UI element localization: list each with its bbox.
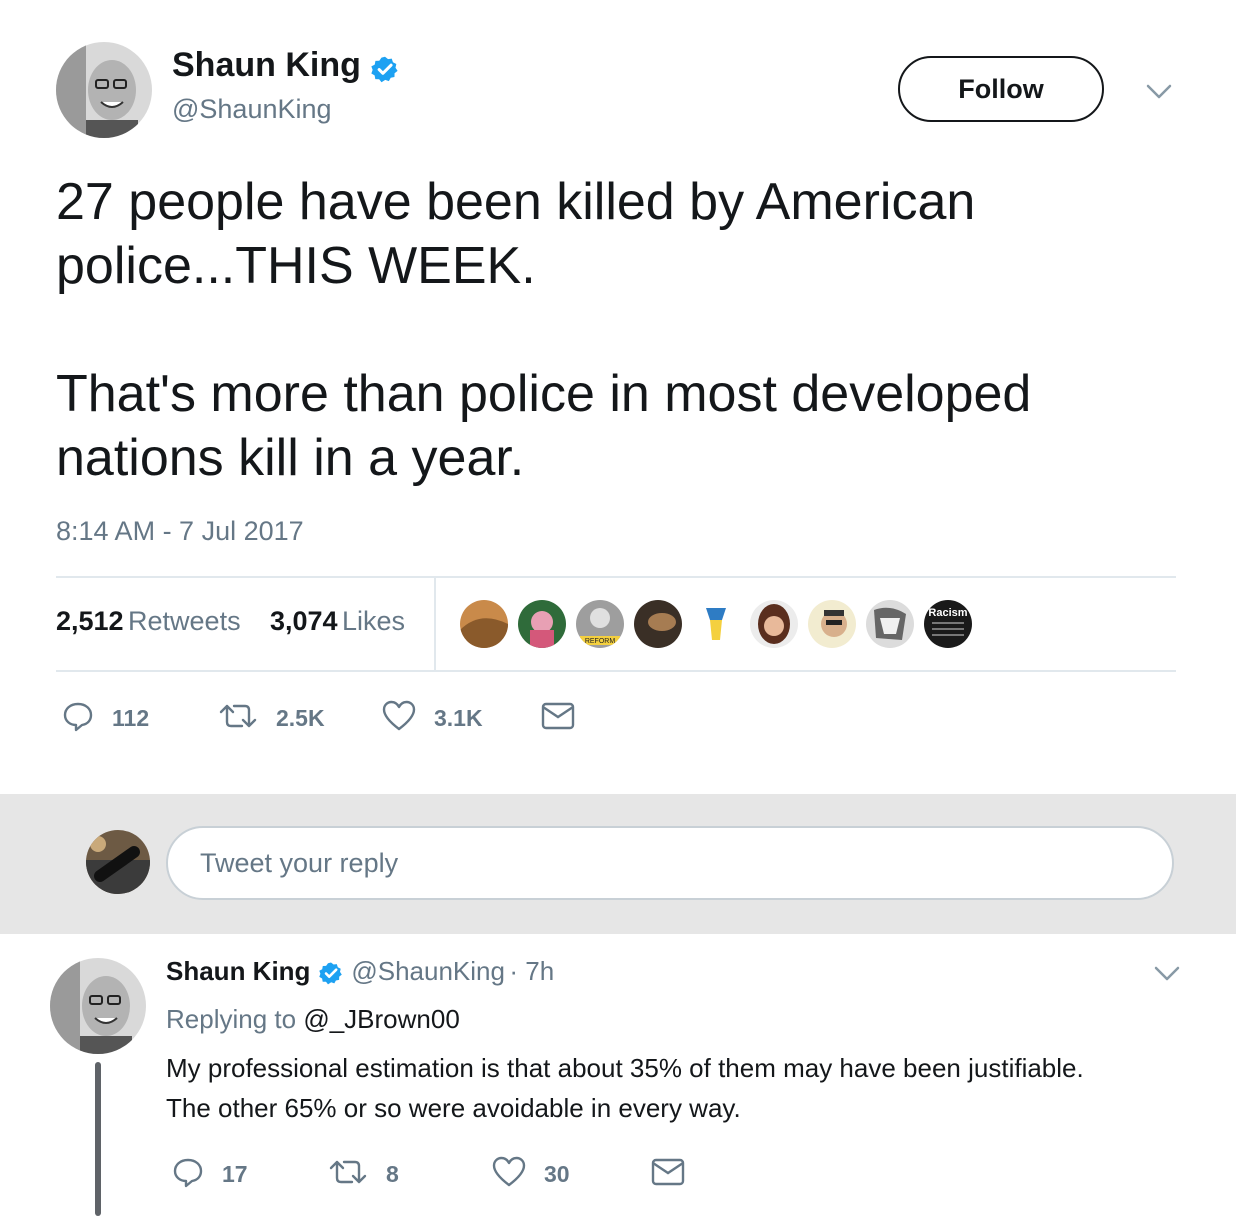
- liker-logo-text: REFORM: [585, 638, 616, 645]
- liker-avatar[interactable]: [692, 600, 740, 648]
- stats-separator: [434, 578, 436, 670]
- retweet-icon: [328, 1156, 368, 1193]
- retweet-icon: [218, 700, 258, 737]
- liker-badge-text: Racism: [928, 607, 967, 619]
- replying-to-label: Replying to: [166, 1004, 297, 1034]
- author-name[interactable]: Shaun King: [172, 46, 361, 84]
- chevron-down-icon[interactable]: [1144, 80, 1174, 109]
- author-handle[interactable]: @ShaunKing: [172, 94, 332, 125]
- retweets-stat[interactable]: 2,512 Retweets: [56, 606, 241, 637]
- message-icon[interactable]: [541, 702, 575, 735]
- retweets-label: Retweets: [128, 606, 241, 636]
- verified-icon: [319, 961, 343, 990]
- liker-avatar[interactable]: [808, 600, 856, 648]
- verified-icon: [371, 55, 399, 88]
- author-avatar[interactable]: [56, 42, 152, 138]
- liker-avatar[interactable]: [750, 600, 798, 648]
- liker-avatar[interactable]: [518, 600, 566, 648]
- liker-avatar[interactable]: [634, 600, 682, 648]
- tweet-text-para2: That's more than police in most develope…: [56, 365, 1046, 487]
- reply-time[interactable]: · 7h: [509, 956, 554, 986]
- liker-avatar[interactable]: Racism: [924, 600, 972, 648]
- reply-text-line1: My professional estimation is that about…: [166, 1053, 1084, 1083]
- heart-icon: [382, 700, 416, 737]
- likes-label: Likes: [342, 606, 406, 636]
- reply-input[interactable]: Tweet your reply: [166, 826, 1174, 900]
- reply-chevron-down-icon[interactable]: [1152, 962, 1182, 991]
- like-action[interactable]: 3.1K: [382, 700, 483, 737]
- follow-button[interactable]: Follow: [898, 56, 1104, 122]
- reply-text-line2: The other 65% or so were avoidable in ev…: [166, 1093, 741, 1123]
- liker-avatars: REFORM Racism: [460, 600, 972, 648]
- liker-avatar[interactable]: REFORM: [576, 600, 624, 648]
- reply-icon: [62, 700, 94, 737]
- reply-author-handle[interactable]: @ShaunKing: [351, 956, 505, 986]
- tweet-text-para1: 27 people have been killed by American p…: [56, 173, 990, 295]
- reply-retweet-count: 8: [386, 1161, 399, 1187]
- reply-message-icon[interactable]: [651, 1158, 685, 1191]
- retweet-action[interactable]: 2.5K: [218, 700, 325, 737]
- divider: [56, 576, 1176, 578]
- thread-line: [95, 1062, 101, 1216]
- retweet-count: 2.5K: [276, 705, 325, 731]
- reply-count: 112: [112, 705, 150, 731]
- reply-reply-action[interactable]: 17: [172, 1156, 248, 1193]
- divider: [56, 670, 1176, 672]
- reply-like-count: 30: [544, 1161, 570, 1187]
- liker-avatar[interactable]: [460, 600, 508, 648]
- reply-input-placeholder: Tweet your reply: [200, 847, 399, 878]
- liker-avatar[interactable]: [866, 600, 914, 648]
- reply-reply-count: 17: [222, 1161, 248, 1187]
- reply-action[interactable]: 112: [62, 700, 149, 737]
- reply-author-name[interactable]: Shaun King: [166, 956, 310, 986]
- current-user-avatar[interactable]: [86, 830, 150, 894]
- likes-count: 3,074: [270, 606, 338, 636]
- likes-stat[interactable]: 3,074 Likes: [270, 606, 405, 637]
- heart-icon: [492, 1156, 526, 1193]
- replying-to-handle[interactable]: @_JBrown00: [303, 1004, 459, 1034]
- reply-icon: [172, 1156, 204, 1193]
- reply-author-avatar[interactable]: [50, 958, 146, 1054]
- like-count: 3.1K: [434, 705, 483, 731]
- reply-retweet-action[interactable]: 8: [328, 1156, 399, 1193]
- reply-like-action[interactable]: 30: [492, 1156, 570, 1193]
- tweet-timestamp[interactable]: 8:14 AM - 7 Jul 2017: [56, 516, 304, 547]
- retweets-count: 2,512: [56, 606, 124, 636]
